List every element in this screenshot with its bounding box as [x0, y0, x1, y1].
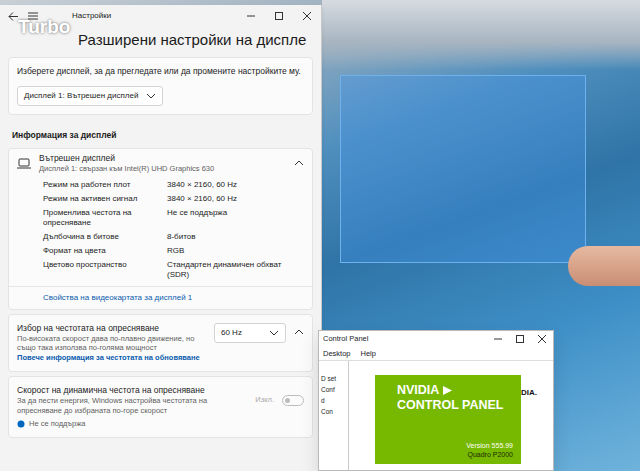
- nvidia-window: Control Panel Desktop Help D setConfdCon NVI…: [318, 330, 554, 471]
- display-name: Вътрешен дисплей: [39, 153, 286, 164]
- dynamic-toggle-group: Изкл.: [255, 395, 304, 406]
- info-label: Режим на активен сигнал: [43, 194, 161, 204]
- menu-item[interactable]: Help: [361, 348, 376, 359]
- display-picker-card: Изберете дисплей, за да прегледате или д…: [8, 57, 313, 115]
- info-row: Дълбочина в битове 8-битов: [9, 230, 312, 244]
- display-dropdown[interactable]: Дисплей 1: Вътрешен дисплей: [17, 86, 163, 106]
- dynamic-note: Не се поддържа: [17, 419, 304, 429]
- product-name: CONTROL PANEL: [397, 398, 513, 412]
- refresh-rate-dropdown[interactable]: 60 Hz: [214, 323, 286, 343]
- info-value: RGB: [167, 246, 302, 256]
- display-header[interactable]: Вътрешен дисплейДисплей 1: свързан към I…: [9, 149, 312, 178]
- laptop-icon: [17, 158, 31, 169]
- section-heading: Информация за дисплей: [0, 119, 321, 144]
- selection-rectangle: [340, 75, 586, 263]
- gpu-name: Quadro P2000: [397, 450, 513, 459]
- tree-item[interactable]: Con: [321, 406, 346, 417]
- window-controls: [487, 332, 553, 347]
- picker-prompt: Изберете дисплей, за да прегледате или д…: [17, 66, 304, 77]
- info-label: Променлива честота на опресняване: [43, 208, 161, 228]
- finger: [568, 246, 640, 286]
- info-value: Не се поддържа: [167, 208, 302, 228]
- settings-window: НастройкиРазширени настройки на дисплеИз…: [0, 5, 322, 471]
- chevron-up-icon[interactable]: [294, 159, 304, 167]
- tree-item[interactable]: d: [321, 395, 346, 406]
- info-row: Режим на работен плот 3840 × 2160, 60 Hz: [9, 178, 312, 192]
- dynamic-refresh-card: Скорост на динамична честота на опресняв…: [8, 376, 313, 438]
- dynamic-title: Скорост на динамична честота на опресняв…: [17, 385, 247, 396]
- watermark: Turbo: [18, 17, 70, 38]
- version-block: Version 555.99Quadro P2000: [397, 441, 513, 459]
- toggle-knob: [285, 398, 290, 403]
- desktop: TurboНастройкиРазширени настройки на дис…: [0, 0, 640, 471]
- close-icon[interactable]: [531, 332, 553, 347]
- info-row: Променлива честота на опресняване Не се п…: [9, 206, 312, 230]
- dynamic-toggle: [282, 395, 304, 406]
- nvidia-title-bar: Control Panel: [319, 331, 553, 347]
- toggle-label: Изкл.: [255, 395, 274, 405]
- minimize-icon[interactable]: [487, 332, 509, 347]
- refresh-description: По-високата скорост дава по-плавно движе…: [17, 334, 206, 354]
- refresh-rate-value: 60 Hz: [221, 327, 242, 339]
- refresh-title: Избор на честотата на опресняване: [17, 323, 206, 334]
- nvidia-window-title: Control Panel: [323, 333, 368, 344]
- info-row: Режим на активен сигнал 3840 × 2160, 60 H…: [9, 192, 312, 206]
- info-value: Стандартен динамичен обхват (SDR): [167, 260, 302, 280]
- refresh-info-link[interactable]: Повече информация за честотата на обновя…: [17, 353, 206, 363]
- maximize-icon[interactable]: [509, 332, 531, 347]
- display-subtitle: Дисплей 1: свързан към Intel(R) UHD Grap…: [39, 164, 286, 174]
- wallpaper-rock: [322, 0, 640, 70]
- info-icon: [17, 420, 25, 428]
- refresh-controls: 60 Hz: [214, 323, 304, 363]
- minimize-icon[interactable]: [237, 7, 265, 25]
- info-value: 3840 × 2160, 60 Hz: [167, 180, 302, 190]
- window-title: Настройки: [72, 10, 111, 22]
- info-row: Цветово пространство Стандартен динамичен…: [9, 258, 312, 282]
- info-label: Режим на работен плот: [43, 180, 161, 190]
- info-row: Формат на цвета RGB: [9, 244, 312, 258]
- dynamic-text: Скорост на динамична честота на опресняв…: [17, 385, 247, 416]
- refresh-rate-card: Избор на честотата на опресняванеПо-висо…: [8, 314, 313, 372]
- brand-row: NVIDIA: [397, 383, 513, 397]
- nvidia-task-tree: D setConfdCon: [319, 361, 349, 470]
- menu-item[interactable]: Desktop: [323, 348, 351, 359]
- nvidia-menu-bar: Desktop Help: [319, 347, 553, 361]
- info-value: 8-битов: [167, 232, 302, 242]
- nvidia-splash: NVIDIACONTROL PANEL Version 555.99Quadro …: [349, 361, 553, 470]
- dynamic-description: За да пести енергия, Windows настройва ч…: [17, 396, 247, 416]
- window-controls: [237, 7, 321, 25]
- brand-name: NVIDIA: [397, 383, 439, 397]
- back-arrow-icon[interactable]: [8, 12, 18, 21]
- display-header-text: Вътрешен дисплейДисплей 1: свързан към I…: [39, 153, 286, 174]
- chevron-up-icon[interactable]: [294, 328, 304, 336]
- info-label: Дълбочина в битове: [43, 232, 161, 242]
- adapter-properties-link[interactable]: Свойства на видеокартата за дисплей 1: [9, 286, 312, 309]
- nvidia-banner: NVIDIACONTROL PANEL Version 555.99Quadro …: [375, 375, 521, 464]
- info-label: Цветово пространство: [43, 260, 161, 280]
- display-info-card: Вътрешен дисплейДисплей 1: свързан към I…: [8, 148, 313, 310]
- note-text: Не се поддържа: [29, 419, 85, 429]
- nvidia-logo-fragment: DIA.: [521, 375, 549, 464]
- info-value: 3840 × 2160, 60 Hz: [167, 194, 302, 204]
- maximize-icon[interactable]: [265, 7, 293, 25]
- dropdown-arrow-icon: [269, 329, 279, 337]
- refresh-text: Избор на честотата на опресняванеПо-висо…: [17, 323, 206, 363]
- tree-item[interactable]: Conf: [321, 384, 346, 395]
- dropdown-value: Дисплей 1: Вътрешен дисплей: [24, 90, 138, 102]
- version-text: Version 555.99: [397, 441, 513, 450]
- close-icon[interactable]: [293, 7, 321, 25]
- nvidia-eye-icon: [443, 386, 452, 395]
- chevron-down-icon[interactable]: [146, 92, 156, 100]
- tree-item[interactable]: D set: [321, 373, 346, 384]
- dynamic-row: Скорост на динамична честота на опресняв…: [17, 385, 304, 416]
- nvidia-body: D setConfdCon NVIDIACONTROL PANEL Version …: [319, 361, 553, 470]
- info-label: Формат на цвета: [43, 246, 161, 256]
